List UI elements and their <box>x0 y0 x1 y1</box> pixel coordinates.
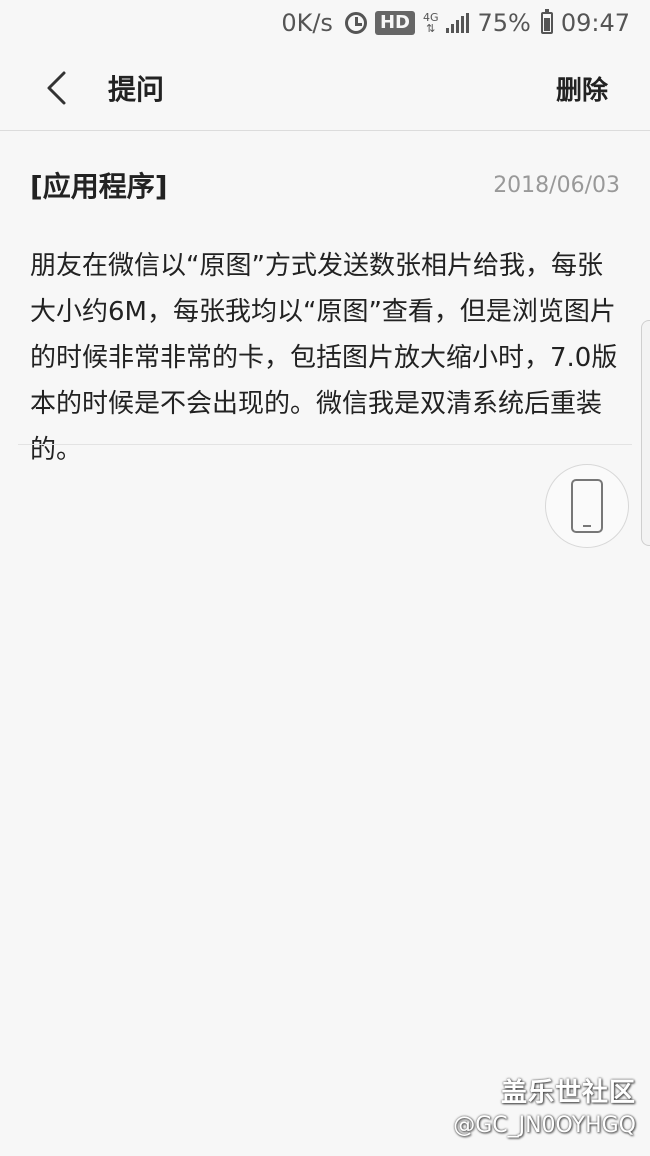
post-header: [应用程序] 2018/06/03 <box>0 131 650 205</box>
watermark-logo: 盖乐世社区 <box>500 1078 636 1108</box>
screen-rotate-icon <box>571 479 603 533</box>
chevron-left-icon <box>47 71 66 105</box>
watermark-user: @GC_JN0OYHGQ <box>453 1113 636 1138</box>
edge-panel-handle[interactable] <box>641 320 650 546</box>
post-body: 朋友在微信以“原图”方式发送数张相片给我，每张大小约6M，每张我均以“原图”查看… <box>30 251 618 465</box>
data-arrows-icon: ⇅ <box>426 22 436 35</box>
post-category: [应用程序] <box>30 170 168 203</box>
network-speed: 0K/s <box>281 9 333 37</box>
divider <box>18 444 632 445</box>
hd-badge: HD <box>374 11 415 35</box>
app-header: 提问 删除 <box>0 46 650 131</box>
delete-button[interactable]: 删除 <box>556 70 608 107</box>
watermark: 盖乐世社区 @GC_JN0OYHGQ <box>453 1072 636 1138</box>
status-bar: 0K/s HD 4G ⇅ 75% 09:47 <box>0 0 650 46</box>
back-button[interactable] <box>26 58 86 118</box>
signal-icon <box>446 13 470 33</box>
post-content: [应用程序] 2018/06/03 朋友在微信以“原图”方式发送数张相片给我，每… <box>0 131 650 473</box>
battery-icon <box>540 9 553 34</box>
page-title: 提问 <box>108 73 165 106</box>
post-date: 2018/06/03 <box>493 172 620 198</box>
rotate-screen-button[interactable] <box>545 464 629 548</box>
clock: 09:47 <box>560 9 630 37</box>
battery-percent: 75% <box>477 9 531 37</box>
alarm-icon <box>344 12 367 34</box>
network-type-icon: 4G ⇅ <box>423 12 439 34</box>
screen: 0K/s HD 4G ⇅ 75% 09:47 提问 删除 [应用程序] 2018… <box>0 0 650 1156</box>
